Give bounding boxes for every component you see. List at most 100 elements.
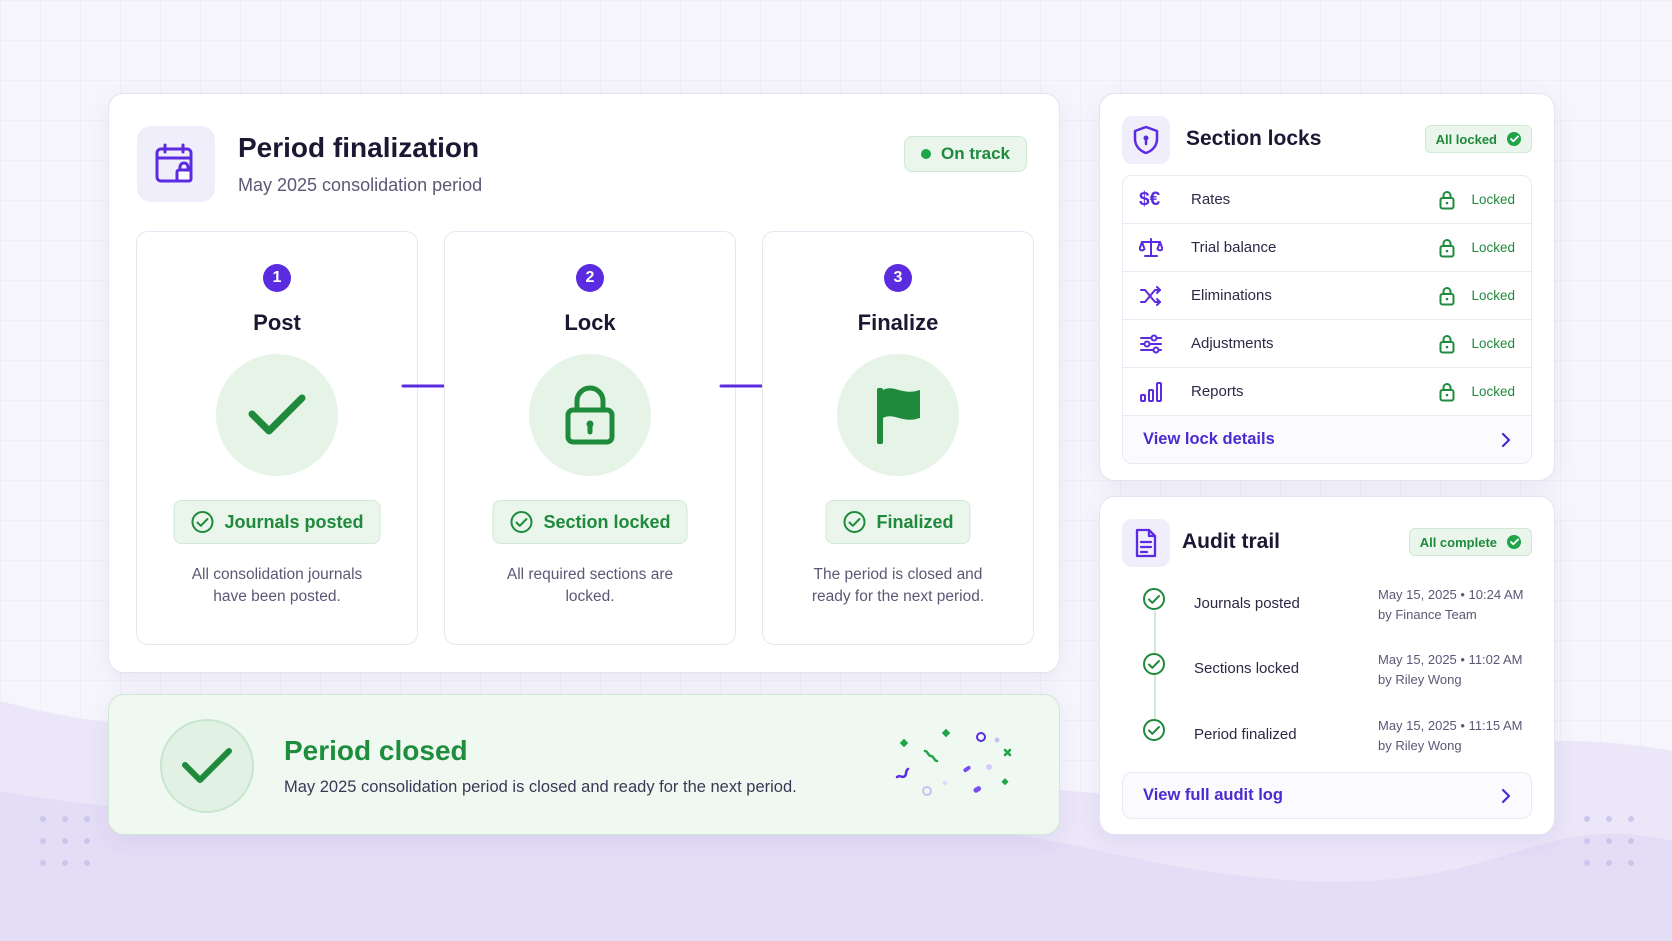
view-full-audit-log-link[interactable]: View full audit log bbox=[1122, 772, 1532, 819]
lock-icon bbox=[1439, 286, 1455, 305]
lock-row-trial-balance[interactable]: Trial balance Locked bbox=[1123, 224, 1531, 272]
check-badge-icon bbox=[1507, 535, 1521, 549]
page-subtitle: May 2025 consolidation period bbox=[238, 175, 483, 195]
audit-event-name: Period finalized bbox=[1194, 726, 1297, 743]
step-description: All consolidation journals have been pos… bbox=[191, 566, 363, 605]
step-card-lock: 2 Lock Section locked All required secti… bbox=[444, 231, 736, 645]
audit-trail-title: Audit trail bbox=[1182, 530, 1280, 553]
audit-event-meta: May 15, 2025 • 11:02 AM by Riley Wong bbox=[1378, 650, 1528, 690]
audit-event: Period finalized May 15, 2025 • 11:15 AM… bbox=[1122, 714, 1532, 764]
currency-icon: $€ bbox=[1139, 188, 1161, 210]
status-dot-icon bbox=[921, 149, 932, 159]
audit-event-user: by Riley Wong bbox=[1378, 672, 1462, 687]
audit-event: Sections locked May 15, 2025 • 11:02 AM … bbox=[1122, 648, 1532, 698]
lock-row-eliminations[interactable]: Eliminations Locked bbox=[1123, 272, 1531, 320]
check-icon bbox=[160, 719, 254, 813]
lock-row-label: Eliminations bbox=[1191, 287, 1272, 304]
calendar-lock-icon bbox=[137, 126, 215, 202]
section-locks-title: Section locks bbox=[1186, 127, 1322, 150]
lock-row-label: Reports bbox=[1191, 383, 1244, 400]
view-lock-details-label: View lock details bbox=[1143, 430, 1275, 448]
audit-trail-card: Audit trail All complete Journals posted… bbox=[1099, 496, 1555, 835]
all-complete-label: All complete bbox=[1419, 534, 1497, 550]
lock-row-label: Rates bbox=[1191, 191, 1231, 208]
banner-text: May 2025 consolidation period is closed … bbox=[284, 778, 797, 796]
lock-row-reports[interactable]: Reports Locked bbox=[1123, 368, 1531, 416]
step-title: Post bbox=[253, 310, 301, 335]
period-finalization-card: Period finalization May 2025 consolidati… bbox=[108, 93, 1060, 673]
view-lock-details-link[interactable]: View lock details bbox=[1123, 416, 1531, 463]
check-circle-icon bbox=[191, 511, 214, 533]
lock-status: Locked bbox=[1471, 384, 1515, 399]
decorative-dots-left bbox=[40, 816, 90, 866]
audit-event-meta: May 15, 2025 • 10:24 AM by Finance Team bbox=[1378, 585, 1528, 625]
confetti-icon bbox=[895, 728, 1012, 796]
shield-icon bbox=[1122, 116, 1170, 164]
step-title: Lock bbox=[564, 310, 616, 335]
step-number: 2 bbox=[576, 264, 604, 292]
audit-event-user: by Finance Team bbox=[1378, 607, 1477, 622]
check-circle-icon bbox=[1143, 588, 1165, 610]
all-locked-label: All locked bbox=[1435, 131, 1497, 147]
all-locked-badge: All locked bbox=[1424, 125, 1532, 153]
step-number: 1 bbox=[263, 264, 291, 292]
flag-icon bbox=[837, 354, 959, 476]
audit-event-user: by Riley Wong bbox=[1378, 738, 1462, 753]
audit-event-name: Journals posted bbox=[1194, 595, 1300, 612]
audit-event: Journals posted May 15, 2025 • 10:24 AM … bbox=[1122, 583, 1532, 633]
check-circle-icon bbox=[843, 511, 866, 533]
step-status-label: Journals posted bbox=[224, 511, 364, 532]
status-badge: On track bbox=[904, 136, 1027, 172]
lock-row-label: Adjustments bbox=[1191, 335, 1274, 352]
audit-event-time: May 15, 2025 • 10:24 AM bbox=[1378, 587, 1524, 602]
check-circle-icon bbox=[510, 511, 533, 533]
lock-status: Locked bbox=[1471, 192, 1515, 207]
lock-icon bbox=[1439, 190, 1455, 209]
lock-icon bbox=[529, 354, 651, 476]
step-title: Finalize bbox=[857, 310, 939, 335]
step-status-label: Finalized bbox=[876, 511, 954, 532]
status-badge-label: On track bbox=[941, 144, 1010, 163]
lock-row-rates[interactable]: $€ Rates Locked bbox=[1123, 176, 1531, 224]
lock-row-adjustments[interactable]: Adjustments Locked bbox=[1123, 320, 1531, 368]
scale-icon bbox=[1139, 237, 1171, 259]
step-card-finalize: 3 Finalize Finalized The period is close… bbox=[762, 231, 1034, 645]
lock-status: Locked bbox=[1471, 336, 1515, 351]
audit-event-meta: May 15, 2025 • 11:15 AM by Riley Wong bbox=[1378, 716, 1528, 756]
chevron-right-icon bbox=[1501, 788, 1511, 803]
lock-icon bbox=[1439, 238, 1455, 257]
check-icon bbox=[216, 354, 338, 476]
step-status-label: Section locked bbox=[543, 511, 671, 532]
shuffle-icon bbox=[1139, 285, 1171, 306]
step-status-badge: Section locked bbox=[492, 500, 688, 544]
decorative-dots-right bbox=[1584, 816, 1634, 866]
lock-status: Locked bbox=[1471, 240, 1515, 255]
lock-status: Locked bbox=[1471, 288, 1515, 303]
step-description: The period is closed and ready for the n… bbox=[811, 566, 985, 605]
audit-event-name: Sections locked bbox=[1194, 660, 1300, 677]
step-number: 3 bbox=[884, 264, 912, 292]
period-closed-banner: Period closed May 2025 consolidation per… bbox=[108, 694, 1060, 835]
section-locks-card: Section locks All locked $€ Rates Locked… bbox=[1099, 93, 1555, 481]
audit-event-time: May 15, 2025 • 11:15 AM bbox=[1378, 718, 1523, 733]
lock-icon bbox=[1439, 382, 1455, 401]
lock-icon bbox=[1439, 334, 1455, 353]
view-full-audit-log-label: View full audit log bbox=[1143, 786, 1283, 804]
section-lock-list: $€ Rates Locked Trial balance Locked Eli… bbox=[1122, 175, 1532, 464]
check-badge-icon bbox=[1507, 132, 1521, 146]
step-description: All required sections are locked. bbox=[506, 566, 674, 605]
audit-event-time: May 15, 2025 • 11:02 AM bbox=[1378, 652, 1523, 667]
check-circle-icon bbox=[1143, 719, 1165, 741]
chevron-right-icon bbox=[1501, 432, 1511, 447]
lock-row-label: Trial balance bbox=[1191, 239, 1277, 256]
all-complete-badge: All complete bbox=[1408, 528, 1532, 556]
step-status-badge: Finalized bbox=[825, 500, 971, 544]
step-status-badge: Journals posted bbox=[173, 500, 381, 544]
check-circle-icon bbox=[1143, 653, 1165, 675]
banner-title: Period closed bbox=[284, 735, 468, 766]
step-card-post: 1 Post Journals posted All consolidation… bbox=[136, 231, 418, 645]
sliders-icon bbox=[1139, 334, 1171, 354]
bar-chart-icon bbox=[1139, 381, 1171, 403]
document-icon bbox=[1122, 519, 1170, 567]
page-title: Period finalization bbox=[238, 132, 480, 163]
